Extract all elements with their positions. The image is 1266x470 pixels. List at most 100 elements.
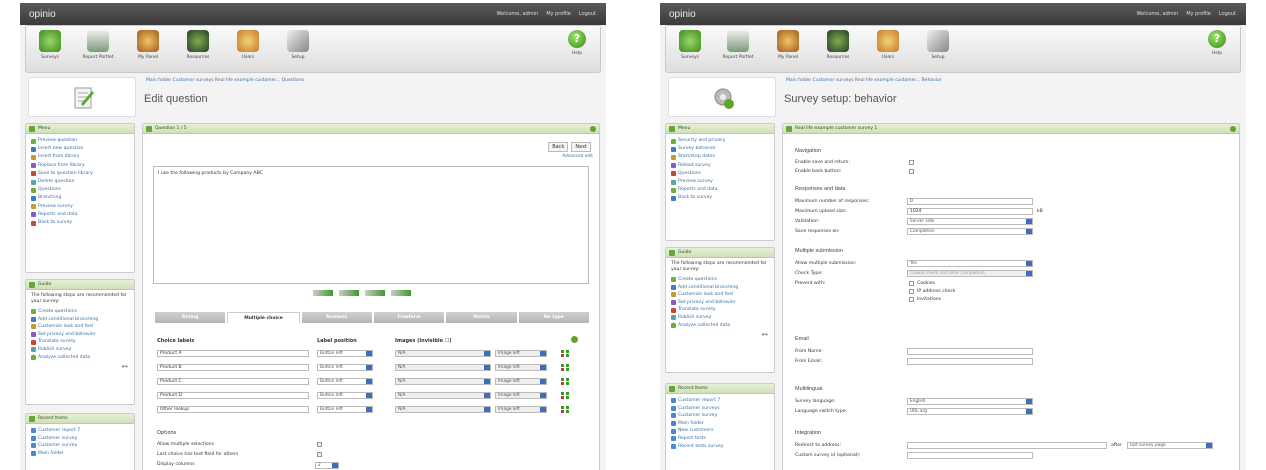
recent-item[interactable]: Customer report 7 [31,427,129,435]
recent-item[interactable]: Report tests [671,435,769,443]
my-profile-link[interactable]: My profile [546,11,571,17]
menu-item[interactable]: Questions [31,186,129,194]
image-input[interactable]: N/A [395,392,491,399]
from-name-input[interactable] [907,348,1033,355]
label-position-select[interactable]: Button left [317,378,373,385]
validation-select[interactable]: Server side [907,218,1033,225]
label-position-select[interactable]: Button left [317,364,373,371]
move-up-icon[interactable] [561,406,564,409]
menu-item[interactable]: Insert new question [31,145,129,153]
menu-item[interactable]: Branching [31,194,129,202]
menu-item[interactable]: Start/stop dates [671,153,769,161]
redirect-input[interactable] [907,442,1107,449]
toolbar-users[interactable]: Users [228,30,268,60]
choice-label-input[interactable]: Other lookup [157,406,309,413]
guide-step[interactable]: Translate survey [31,338,129,346]
menu-item[interactable]: Back to survey [31,219,129,227]
delete-icon[interactable] [561,396,564,399]
move-up-icon[interactable] [561,392,564,395]
toolbar-setup[interactable]: Setup [918,30,958,60]
logout-link[interactable]: Logout [1219,11,1236,17]
guide-step[interactable]: Publish survey [671,314,769,322]
delete-icon[interactable] [561,368,564,371]
move-down-icon[interactable] [566,410,569,413]
question-type-tab[interactable]: Freeform [373,312,445,323]
recent-item[interactable]: Customer surveys [671,405,769,413]
menu-item[interactable]: Reports and data [671,186,769,194]
move-up-icon[interactable] [561,350,564,353]
redirect-after-select[interactable]: last survey page [1127,442,1213,449]
language-switch-select[interactable]: URL arg [907,408,1033,415]
image-position-select[interactable]: Image left [495,364,547,371]
guide-step[interactable]: Add conditional branching [31,316,129,324]
label-position-select[interactable]: Button left [317,350,373,357]
add-icon[interactable] [566,406,569,409]
choice-label-input[interactable]: Product C [157,378,309,385]
recent-item[interactable]: Customer survey [31,442,129,450]
menu-item[interactable]: Preview question [31,137,129,145]
toolbar-report-portlet[interactable]: Report Portlet [78,30,118,60]
menu-item[interactable]: Preview survey [31,203,129,211]
image-input[interactable]: N/A [395,406,491,413]
menu-item[interactable]: Save to question library [31,170,129,178]
guide-step[interactable]: Publish survey [31,346,129,354]
menu-item[interactable]: Replace from library [31,162,129,170]
move-down-icon[interactable] [566,368,569,371]
guide-step[interactable]: Set privacy and behavior [31,331,129,339]
label-position-select[interactable]: Button left [317,406,373,413]
menu-item[interactable]: Insert from library [31,153,129,161]
check-type-select[interactable]: Cookie check and later completion [907,270,1033,277]
menu-item[interactable]: Reports and data [31,211,129,219]
add-icon[interactable] [566,350,569,353]
my-profile-link[interactable]: My profile [1186,11,1211,17]
add-icon[interactable] [566,364,569,367]
image-input[interactable]: N/A [395,350,491,357]
allow-multiple-checkbox[interactable] [317,442,322,447]
guide-step[interactable]: Customize look and feel [31,323,129,331]
toolbar-surveys[interactable]: Surveys [30,30,70,60]
guide-step[interactable]: Customize look and feel [671,291,769,299]
image-position-select[interactable]: Image left [495,378,547,385]
image-position-select[interactable]: Image left [495,350,547,357]
menu-item[interactable]: Reload survey [671,162,769,170]
menu-item[interactable]: Questions [671,170,769,178]
move-down-icon[interactable] [566,396,569,399]
delete-icon[interactable] [561,354,564,357]
add-choice-icon[interactable] [313,290,333,296]
toolbar-my-panel[interactable]: My Panel [768,30,808,60]
breadcrumb[interactable]: Main folder Customer surveys Real life e… [786,78,942,83]
move-icon[interactable] [391,290,411,296]
question-text-editor[interactable]: I use the following products by Company … [153,166,589,284]
menu-item[interactable]: Preview survey [671,178,769,186]
max-upload-input[interactable]: 1024 [907,208,1033,215]
advanced-edit-link[interactable]: Advanced edit [562,154,593,159]
label-position-select[interactable]: Button left [317,392,373,399]
delete-icon[interactable] [561,382,564,385]
toolbar-setup[interactable]: Setup [278,30,318,60]
next-button[interactable]: Next [571,142,591,152]
breadcrumb[interactable]: Main folder Customer surveys Real life e… [146,78,304,83]
question-type-tab[interactable]: Numeric [301,312,372,323]
recent-item[interactable]: Customer survey [671,412,769,420]
recent-item[interactable]: Main folder [31,450,129,458]
other-text-checkbox[interactable] [317,452,322,457]
guide-step[interactable]: Add conditional branching [671,284,769,292]
guide-more-link[interactable]: »» [666,332,774,338]
recent-item[interactable]: Recent tests survey [671,443,769,451]
add-row-icon[interactable] [571,336,578,343]
question-type-tab[interactable]: Matrix [446,312,517,323]
invitations-checkbox[interactable] [909,297,914,302]
image-position-select[interactable]: Image left [495,392,547,399]
from-email-input[interactable] [907,358,1033,365]
check-icon[interactable] [339,290,359,296]
survey-language-select[interactable]: English [907,398,1033,405]
guide-step[interactable]: Translate survey [671,306,769,314]
save-return-checkbox[interactable] [909,160,914,165]
cookies-checkbox[interactable] [909,281,914,286]
max-responses-input[interactable]: 0 [907,198,1033,205]
guide-step[interactable]: Create questions [31,308,129,316]
toolbar-users[interactable]: Users [868,30,908,60]
guide-step[interactable]: Set privacy and behavior [671,299,769,307]
recent-item[interactable]: New customers [671,427,769,435]
recent-item[interactable]: Customer report 7 [671,397,769,405]
